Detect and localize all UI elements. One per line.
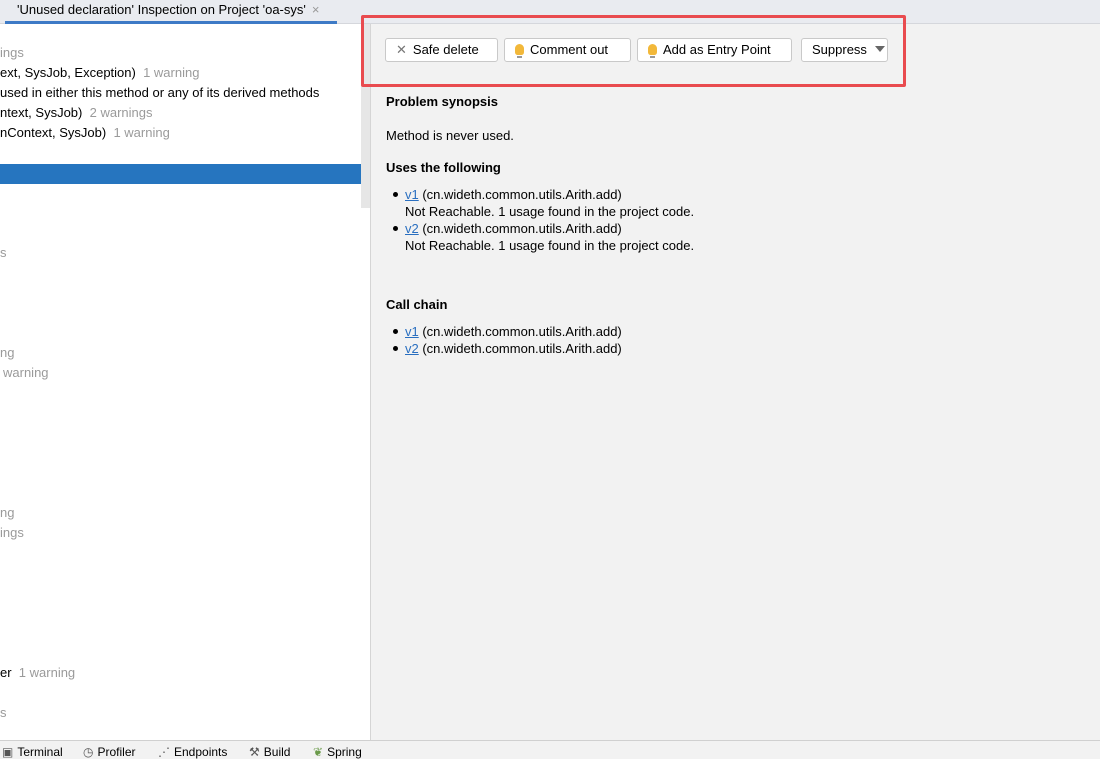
uses-item: v1 (cn.wideth.common.utils.Arith.add)	[405, 187, 622, 202]
usage-link[interactable]: v1	[405, 187, 419, 202]
tree-row[interactable]: ext, SysJob, Exception) 1 warning	[0, 63, 199, 83]
chevron-down-icon	[874, 46, 885, 52]
tree-row[interactable]: ng	[0, 343, 14, 363]
spring-leaf-icon: ❦	[313, 745, 324, 759]
hammer-icon: ⚒	[249, 745, 260, 759]
tab-inspection[interactable]: 'Unused declaration' Inspection on Proje…	[0, 0, 337, 24]
terminal-icon: ▣	[2, 745, 14, 759]
add-entry-point-button[interactable]: Add as Entry Point	[637, 38, 792, 62]
build-button[interactable]: ⚒ Build	[249, 745, 290, 759]
endpoints-button[interactable]: ⋰ Endpoints	[158, 745, 227, 759]
uses-note: Not Reachable. 1 usage found in the proj…	[405, 204, 695, 219]
endpoints-icon: ⋰	[158, 745, 170, 759]
profiler-icon: ◷	[83, 745, 94, 759]
chain-item: v1 (cn.wideth.common.utils.Arith.add)	[405, 324, 622, 339]
inspection-tree: ings ext, SysJob, Exception) 1 warning u…	[0, 24, 371, 740]
tree-row[interactable]: nContext, SysJob) 1 warning	[0, 123, 170, 143]
tool-window-bar: ▣ Terminal ◷ Profiler ⋰ Endpoints ⚒ Build ❦ S…	[0, 740, 1100, 759]
lightbulb-icon	[515, 44, 524, 58]
tree-row[interactable]: ntext, SysJob) 2 warnings	[0, 103, 152, 123]
tree-row[interactable]: er 1 warning	[0, 663, 75, 683]
tree-row[interactable]: ings	[0, 523, 24, 543]
spring-button[interactable]: ❦ Spring	[313, 745, 362, 759]
synopsis-text: Method is never used.	[386, 128, 514, 143]
close-icon: ✕	[396, 42, 407, 57]
uses-note: Not Reachable. 1 usage found in the proj…	[405, 238, 695, 253]
tree-row[interactable]: warning	[3, 363, 49, 383]
uses-item: v2 (cn.wideth.common.utils.Arith.add)	[405, 221, 622, 236]
close-icon[interactable]: ×	[312, 2, 320, 17]
safe-delete-button[interactable]: ✕ Safe delete	[385, 38, 498, 62]
tree-row[interactable]: ng	[0, 503, 14, 523]
chain-link[interactable]: v2	[405, 341, 419, 356]
uses-heading: Uses the following	[386, 160, 501, 175]
bullet-icon	[393, 329, 398, 334]
tree-row[interactable]: s	[0, 243, 7, 263]
lightbulb-icon	[648, 44, 657, 58]
usage-link[interactable]: v2	[405, 221, 419, 236]
suppress-dropdown[interactable]: Suppress	[801, 38, 888, 62]
terminal-button[interactable]: ▣ Terminal	[2, 745, 63, 759]
selected-row[interactable]	[0, 164, 361, 184]
tree-row[interactable]: used in either this method or any of its…	[0, 83, 319, 103]
comment-out-button[interactable]: Comment out	[504, 38, 631, 62]
chain-item: v2 (cn.wideth.common.utils.Arith.add)	[405, 341, 622, 356]
tree-row[interactable]: s	[0, 703, 7, 723]
chain-heading: Call chain	[386, 297, 448, 312]
bullet-icon	[393, 226, 398, 231]
profiler-button[interactable]: ◷ Profiler	[83, 745, 136, 759]
synopsis-heading: Problem synopsis	[386, 94, 498, 109]
bullet-icon	[393, 192, 398, 197]
bullet-icon	[393, 346, 398, 351]
tab-title: 'Unused declaration' Inspection on Proje…	[17, 2, 306, 17]
chain-link[interactable]: v1	[405, 324, 419, 339]
tree-row[interactable]: ings	[0, 43, 24, 63]
